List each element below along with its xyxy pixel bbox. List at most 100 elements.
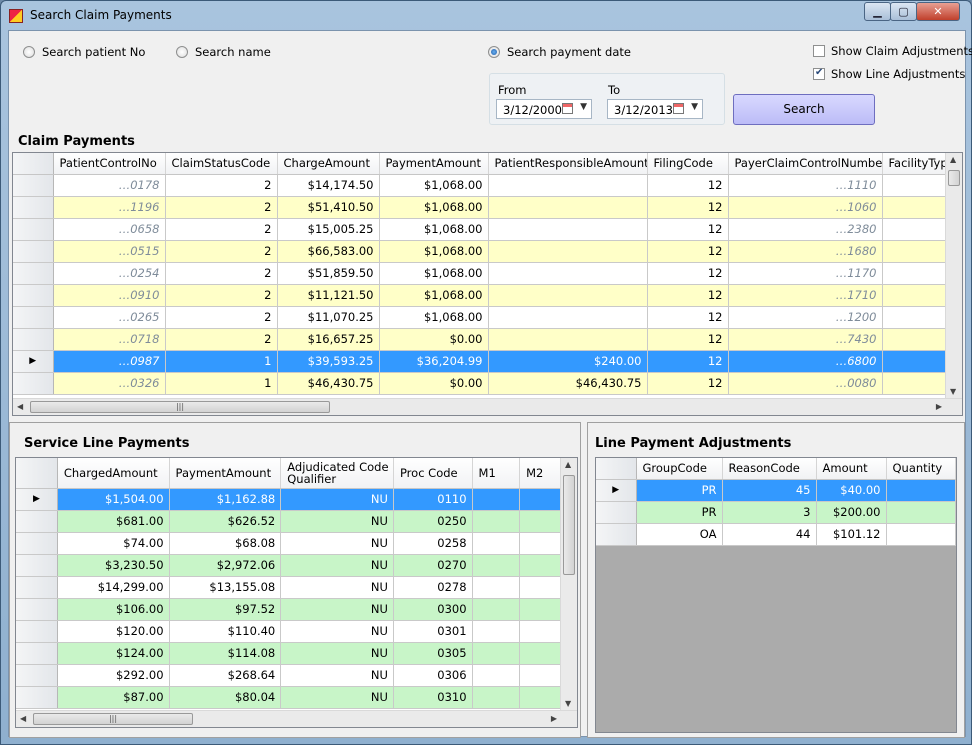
cell-charge-amount[interactable]: $51,410.50: [277, 196, 380, 219]
cell-quantity[interactable]: [886, 479, 956, 502]
row-header[interactable]: [16, 576, 58, 599]
cell-patient-control-no[interactable]: …0254: [53, 262, 166, 285]
table-row[interactable]: …0178 2 $14,174.50 $1,068.00 12 …1110: [13, 174, 962, 197]
table-row[interactable]: …0658 2 $15,005.25 $1,068.00 12 …2380: [13, 218, 962, 241]
table-row[interactable]: …0515 2 $66,583.00 $1,068.00 12 …1680: [13, 240, 962, 263]
show-line-adjustments-label[interactable]: Show Line Adjustments: [831, 67, 965, 81]
row-header[interactable]: [596, 523, 637, 546]
cell-code-qualifier[interactable]: NU: [280, 576, 394, 599]
cell-proc-code[interactable]: 0110: [393, 488, 473, 511]
cell-payment-amount[interactable]: $110.40: [169, 620, 282, 643]
close-button[interactable]: ✕: [916, 2, 960, 21]
cell-proc-code[interactable]: 0270: [393, 554, 473, 577]
scroll-left-icon[interactable]: ◀: [20, 714, 26, 723]
cell-filing-code[interactable]: 12: [647, 262, 729, 285]
cell-claim-status-code[interactable]: 1: [165, 350, 278, 373]
col-header[interactable]: PatientControlNo: [53, 153, 166, 175]
cell-charged-amount[interactable]: $74.00: [57, 532, 170, 555]
cell-reason-code[interactable]: 3: [722, 501, 817, 524]
radio-patient-no[interactable]: [23, 46, 35, 58]
cell-patient-responsible-amount[interactable]: $46,430.75: [488, 372, 648, 395]
cell-charge-amount[interactable]: $15,005.25: [277, 218, 380, 241]
cell-m1[interactable]: [472, 554, 521, 577]
cell-patient-responsible-amount[interactable]: [488, 196, 648, 219]
cell-payment-amount[interactable]: $1,068.00: [379, 262, 489, 285]
cell-code-qualifier[interactable]: NU: [280, 664, 394, 687]
row-selector-arrow-icon[interactable]: ▶: [13, 350, 54, 373]
cell-charged-amount[interactable]: $87.00: [57, 686, 170, 709]
cell-charge-amount[interactable]: $66,583.00: [277, 240, 380, 263]
row-header[interactable]: [13, 328, 54, 351]
col-header[interactable]: Quantity: [886, 458, 956, 480]
table-row[interactable]: …0718 2 $16,657.25 $0.00 12 …7430: [13, 328, 962, 351]
cell-filing-code[interactable]: 12: [647, 328, 729, 351]
cell-payment-amount[interactable]: $1,068.00: [379, 196, 489, 219]
cell-claim-status-code[interactable]: 2: [165, 284, 278, 307]
scroll-right-icon[interactable]: ▶: [551, 714, 557, 723]
cell-patient-responsible-amount[interactable]: [488, 218, 648, 241]
chevron-down-icon[interactable]: ▼: [691, 102, 698, 112]
col-header[interactable]: Proc Code: [393, 458, 473, 489]
cell-payment-amount[interactable]: $2,972.06: [169, 554, 282, 577]
cell-filing-code[interactable]: 12: [647, 196, 729, 219]
col-header[interactable]: ChargeAmount: [277, 153, 380, 175]
table-row[interactable]: $74.00 $68.08 NU 0258: [16, 532, 576, 555]
cell-code-qualifier[interactable]: NU: [280, 686, 394, 709]
col-header[interactable]: ClaimStatusCode: [165, 153, 278, 175]
row-header[interactable]: [16, 510, 58, 533]
scroll-left-icon[interactable]: ◀: [17, 402, 23, 411]
cell-payer-claim-control-number[interactable]: …1200: [728, 306, 883, 329]
title-bar[interactable]: Search Claim Payments ▁ ▢ ✕: [1, 1, 971, 31]
cell-patient-control-no[interactable]: …0265: [53, 306, 166, 329]
cell-payment-amount[interactable]: $68.08: [169, 532, 282, 555]
cell-charged-amount[interactable]: $124.00: [57, 642, 170, 665]
scroll-down-icon[interactable]: ▼: [565, 699, 571, 708]
row-header[interactable]: [13, 196, 54, 219]
cell-payer-claim-control-number[interactable]: …1110: [728, 174, 883, 197]
cell-m1[interactable]: [472, 532, 521, 555]
claim-horizontal-scrollbar[interactable]: ◀ ||| ▶: [13, 398, 962, 415]
cell-m1[interactable]: [472, 510, 521, 533]
cell-patient-responsible-amount[interactable]: [488, 284, 648, 307]
service-vertical-scrollbar[interactable]: ▲ ▼: [560, 458, 577, 710]
cell-code-qualifier[interactable]: NU: [280, 642, 394, 665]
radio-name-label[interactable]: Search name: [195, 45, 271, 59]
cell-patient-responsible-amount[interactable]: $240.00: [488, 350, 648, 373]
cell-filing-code[interactable]: 12: [647, 174, 729, 197]
table-row[interactable]: PR 3 $200.00: [596, 501, 956, 524]
table-row[interactable]: …0910 2 $11,121.50 $1,068.00 12 …1710: [13, 284, 962, 307]
table-row[interactable]: ▶ $1,504.00 $1,162.88 NU 0110: [16, 488, 576, 511]
cell-code-qualifier[interactable]: NU: [280, 554, 394, 577]
table-row[interactable]: …1196 2 $51,410.50 $1,068.00 12 …1060: [13, 196, 962, 219]
cell-payer-claim-control-number[interactable]: …0080: [728, 372, 883, 395]
col-header[interactable]: PatientResponsibleAmount: [488, 153, 648, 175]
row-header[interactable]: [13, 306, 54, 329]
radio-payment-date-label[interactable]: Search payment date: [507, 45, 631, 59]
cell-patient-control-no[interactable]: …0515: [53, 240, 166, 263]
row-selector-arrow-icon[interactable]: ▶: [16, 488, 58, 511]
cell-payment-amount[interactable]: $1,162.88: [169, 488, 282, 511]
cell-code-qualifier[interactable]: NU: [280, 532, 394, 555]
col-header[interactable]: ChargedAmount: [57, 458, 170, 489]
cell-claim-status-code[interactable]: 2: [165, 240, 278, 263]
table-row[interactable]: …0326 1 $46,430.75 $0.00 $46,430.75 12 …0080: [13, 372, 962, 395]
cell-patient-control-no[interactable]: …0658: [53, 218, 166, 241]
cell-payer-claim-control-number[interactable]: …7430: [728, 328, 883, 351]
cell-patient-control-no[interactable]: …0910: [53, 284, 166, 307]
cell-group-code[interactable]: PR: [636, 501, 723, 524]
cell-m1[interactable]: [472, 488, 521, 511]
row-header[interactable]: [13, 262, 54, 285]
cell-payment-amount[interactable]: $1,068.00: [379, 174, 489, 197]
cell-charge-amount[interactable]: $11,121.50: [277, 284, 380, 307]
row-header[interactable]: [16, 664, 58, 687]
scroll-thumb[interactable]: [948, 170, 960, 186]
row-header[interactable]: [16, 598, 58, 621]
table-row[interactable]: $87.00 $80.04 NU 0310: [16, 686, 576, 709]
cell-proc-code[interactable]: 0310: [393, 686, 473, 709]
cell-patient-responsible-amount[interactable]: [488, 306, 648, 329]
col-header[interactable]: PaymentAmount: [169, 458, 282, 489]
cell-quantity[interactable]: [886, 523, 956, 546]
radio-patient-no-label[interactable]: Search patient No: [42, 45, 145, 59]
maximize-button[interactable]: ▢: [890, 2, 917, 21]
search-button[interactable]: Search: [733, 94, 875, 125]
